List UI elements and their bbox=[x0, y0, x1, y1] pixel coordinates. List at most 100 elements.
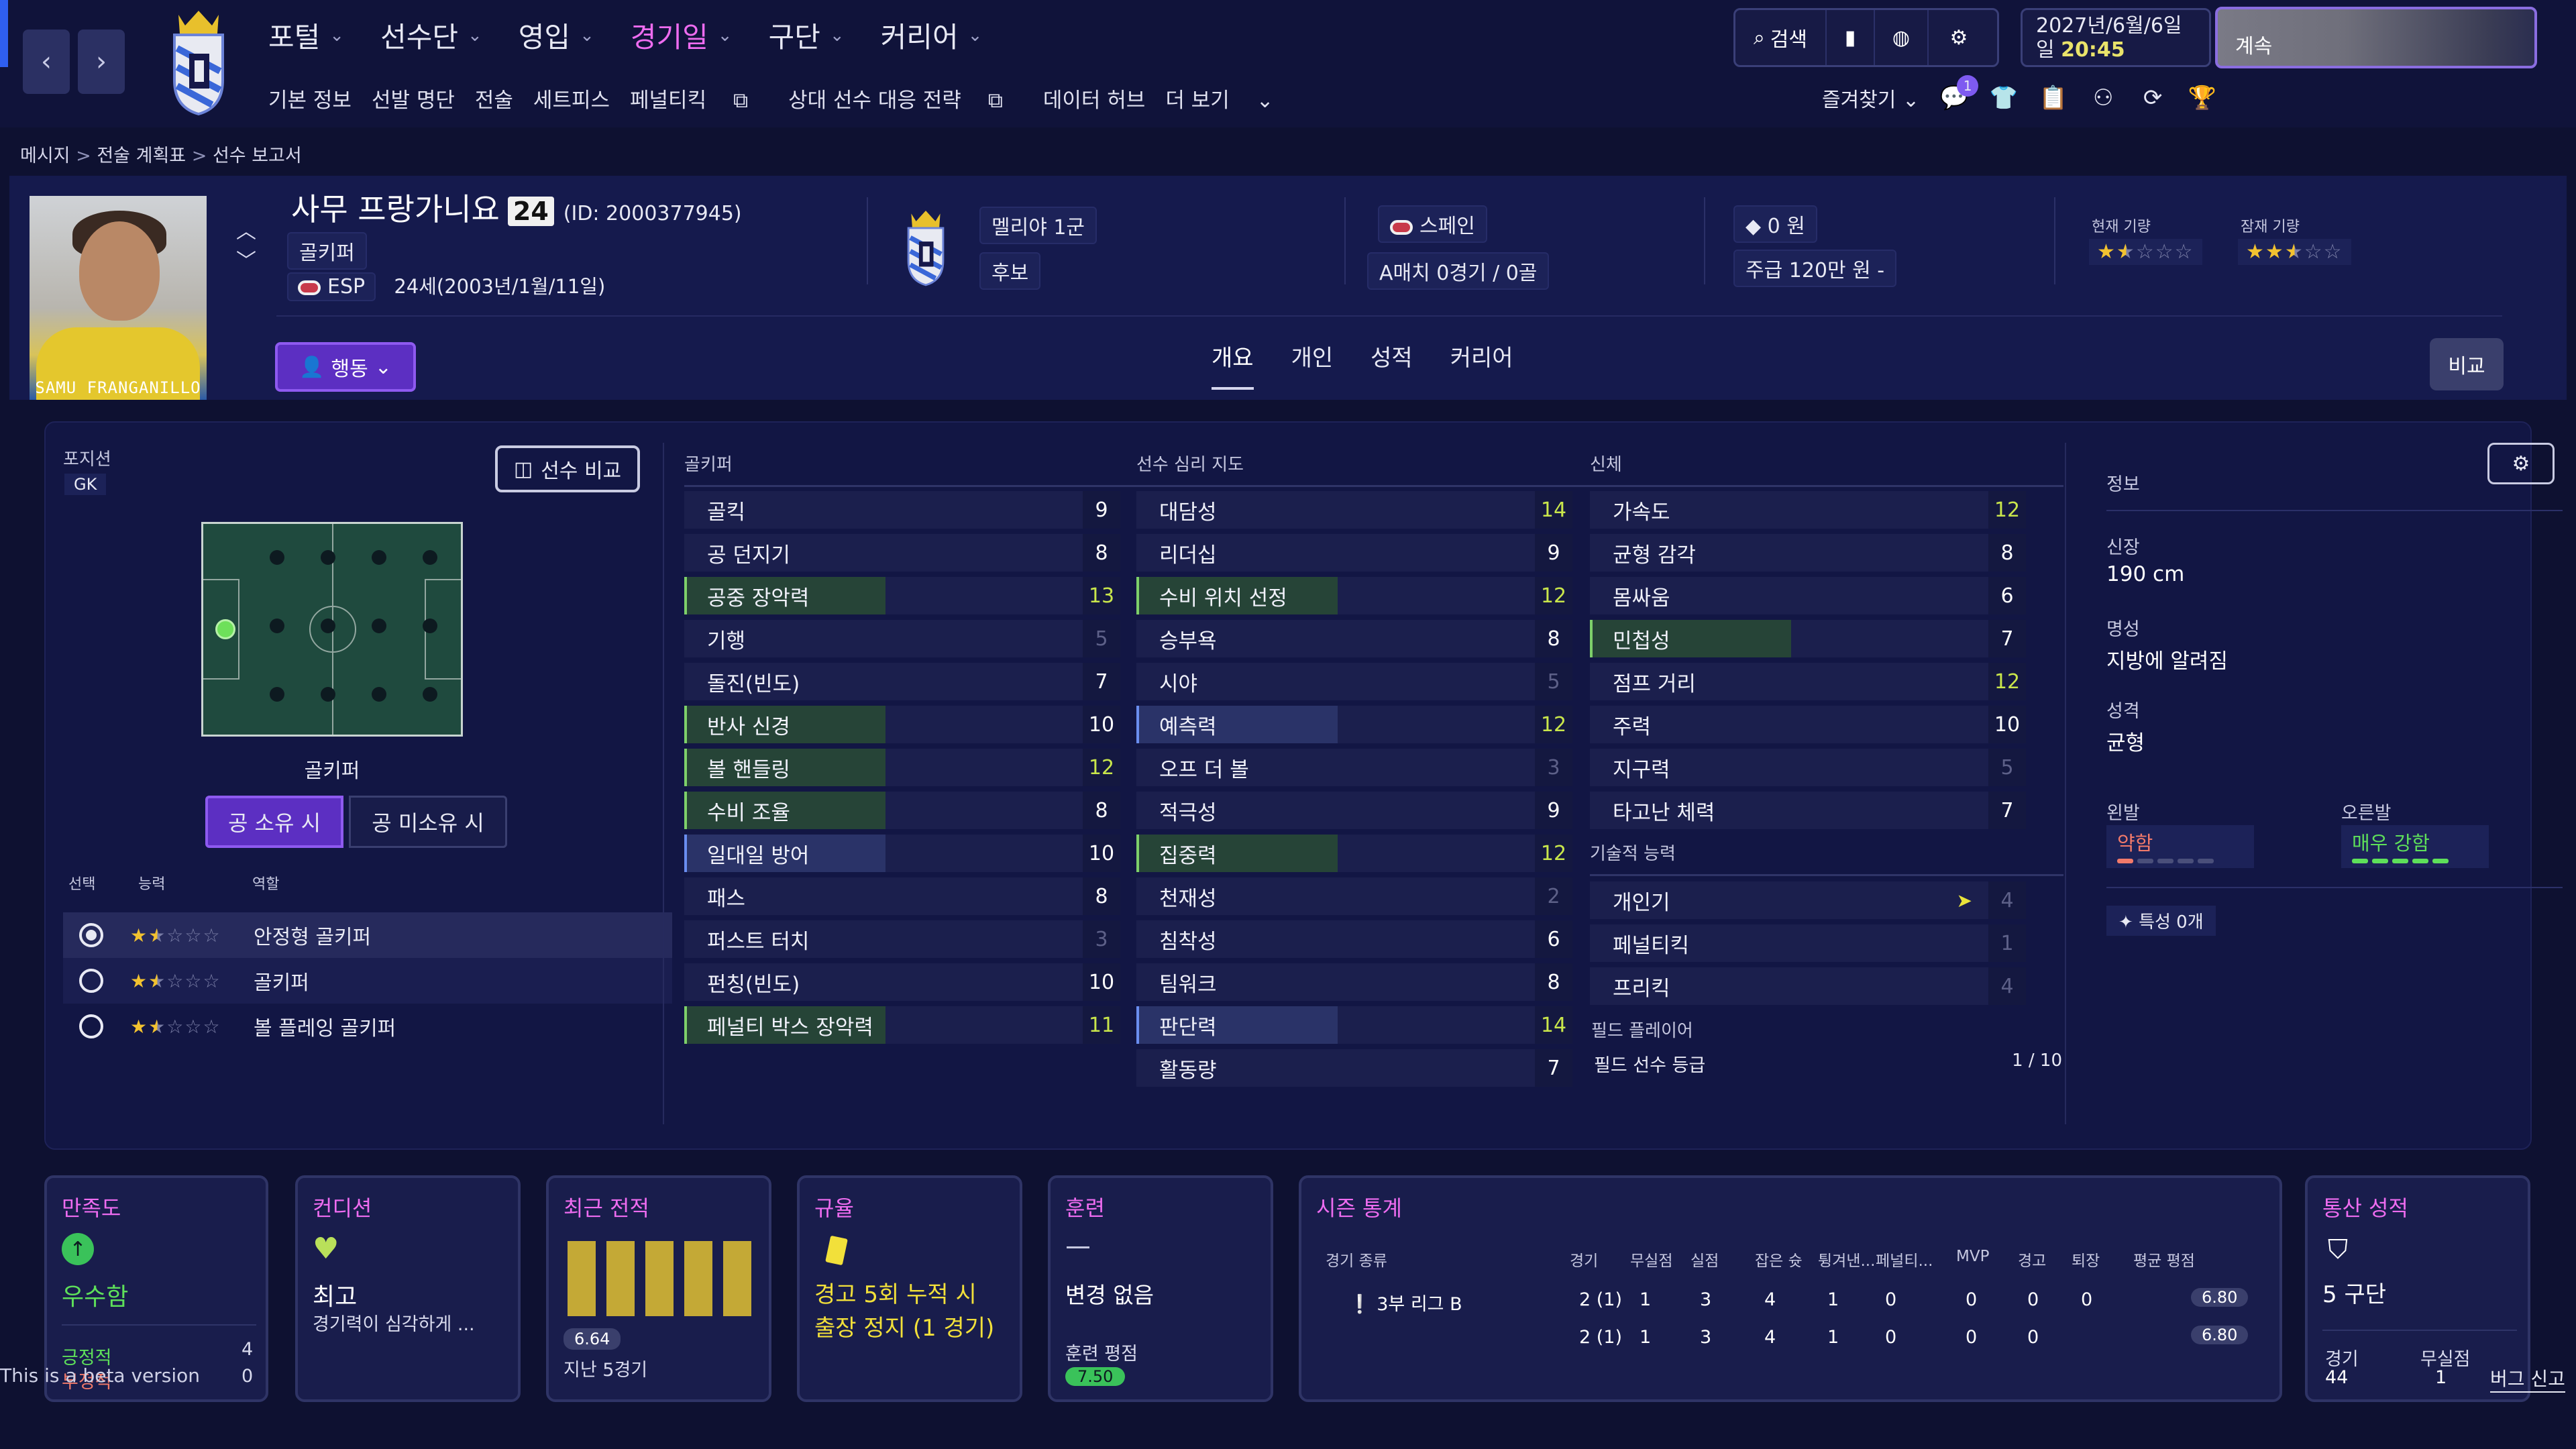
bookmark-button[interactable]: ▮ bbox=[1827, 10, 1875, 65]
chevron-down-icon[interactable]: ﹀ bbox=[236, 247, 256, 276]
attribute-row[interactable]: 기행 5 bbox=[684, 620, 1120, 657]
attribute-row[interactable]: 집중력 12 bbox=[1136, 835, 1572, 872]
menu-matchday[interactable]: 경기일 ⌄ bbox=[631, 15, 733, 56]
attribute-row[interactable]: 승부욕 8 bbox=[1136, 620, 1572, 657]
attribute-row[interactable]: 개인기 ➤ 4 bbox=[1590, 881, 2026, 919]
info-settings-button[interactable]: ⚙ bbox=[2487, 443, 2555, 484]
form-card[interactable]: 최근 전적 6.64 지난 5경기 bbox=[546, 1175, 771, 1402]
inbox-button[interactable]: 💬 1 bbox=[1939, 75, 1979, 113]
attribute-row[interactable]: 판단력 14 bbox=[1136, 1006, 1572, 1044]
attribute-row[interactable]: 반사 신경 10 bbox=[684, 706, 1120, 743]
attribute-row[interactable]: 적극성 9 bbox=[1136, 792, 1572, 829]
submenu-lineup[interactable]: 선발 명단 bbox=[372, 83, 455, 113]
attribute-row[interactable]: 패스 8 bbox=[684, 877, 1120, 915]
report-button[interactable]: 📋 bbox=[2039, 83, 2068, 113]
settings-button[interactable]: ⚙ bbox=[1929, 10, 1989, 65]
attribute-row[interactable]: 점프 거리 12 bbox=[1590, 663, 2026, 700]
discipline-card[interactable]: 규율 경고 5회 누적 시 출장 정지 (1 경기) bbox=[797, 1175, 1022, 1402]
attribute-row[interactable]: 페널티 박스 장악력 11 bbox=[684, 1006, 1120, 1044]
attribute-row[interactable]: 침착성 6 bbox=[1136, 920, 1572, 958]
attribute-row[interactable]: 활동량 7 bbox=[1136, 1049, 1572, 1087]
tab-personal[interactable]: 개인 bbox=[1291, 339, 1334, 390]
player-compare-button[interactable]: ◫ 선수 비교 bbox=[495, 445, 640, 492]
attribute-row[interactable]: 수비 조율 8 bbox=[684, 792, 1120, 829]
bug-report-link[interactable]: 버그 신고 bbox=[2490, 1364, 2565, 1393]
refresh-button[interactable]: ⟳ bbox=[2138, 83, 2167, 113]
compare-button[interactable]: 비교 bbox=[2430, 338, 2504, 390]
attribute-row[interactable]: 민첩성 7 bbox=[1590, 620, 2026, 657]
attribute-row[interactable]: 대담성 14 bbox=[1136, 491, 1572, 529]
attribute-row[interactable]: 일대일 방어 10 bbox=[684, 835, 1120, 872]
attribute-row[interactable]: 골킥 9 bbox=[684, 491, 1120, 529]
submenu-setpieces[interactable]: 세트피스 bbox=[533, 83, 610, 113]
attribute-row[interactable]: 타고난 체력 7 bbox=[1590, 792, 2026, 829]
breadcrumb-item[interactable]: 메시지 bbox=[20, 146, 70, 166]
menu-club[interactable]: 구단 ⌄ bbox=[769, 15, 845, 56]
attribute-row[interactable]: 예측력 12 bbox=[1136, 706, 1572, 743]
submenu-datahub[interactable]: 데이터 허브 bbox=[1043, 83, 1145, 113]
menu-transfers[interactable]: 영입 ⌄ bbox=[519, 15, 594, 56]
tab-career[interactable]: 커리어 bbox=[1450, 339, 1513, 390]
attribute-row[interactable]: 공 던지기 8 bbox=[684, 534, 1120, 572]
submenu-opposition[interactable]: 상대 선수 대응 전략 ⧉ bbox=[788, 83, 1023, 113]
role-radio[interactable] bbox=[79, 923, 103, 947]
season-competition[interactable]: ❕ 3부 리그 B bbox=[1348, 1289, 1462, 1316]
menu-career[interactable]: 커리어 ⌄ bbox=[881, 15, 983, 56]
attribute-row[interactable]: 지구력 5 bbox=[1590, 749, 2026, 786]
submenu-tactics[interactable]: 전술 bbox=[475, 83, 513, 113]
attribute-row[interactable]: 몸싸움 6 bbox=[1590, 577, 2026, 614]
attribute-row[interactable]: 팀워크 8 bbox=[1136, 963, 1572, 1001]
attribute-row[interactable]: 수비 위치 선정 12 bbox=[1136, 577, 1572, 614]
chevron-up-icon[interactable]: ︿ bbox=[236, 217, 256, 247]
submenu-more[interactable]: 더 보기 ⌄ bbox=[1165, 83, 1293, 113]
attribute-row[interactable]: 공중 장악력 13 bbox=[684, 577, 1120, 614]
staff-button[interactable]: ⚇ bbox=[2088, 83, 2118, 113]
condition-card[interactable]: 컨디션 ♥ 최고 경기력이 심각하게 ... bbox=[295, 1175, 521, 1402]
traits-chip[interactable]: ✦ 특성 0개 bbox=[2106, 906, 2216, 936]
nationality-chip[interactable]: 스페인 bbox=[1378, 205, 1487, 243]
club-name-chip[interactable]: 멜리야 1군 bbox=[979, 207, 1097, 244]
menu-portal[interactable]: 포털 ⌄ bbox=[268, 15, 344, 56]
forward-button[interactable]: › bbox=[78, 30, 125, 94]
favorites-dropdown[interactable]: 즐겨찾기 ⌄ bbox=[1822, 83, 1919, 113]
attribute-row[interactable]: 볼 핸들링 12 bbox=[684, 749, 1120, 786]
season-stats-card[interactable]: 시즌 통계 경기 종류 경기 무실점 실점 잡은 슛 튕겨낸... 페널티... MVP 경고 퇴… bbox=[1299, 1175, 2282, 1402]
attribute-row[interactable]: 오프 더 볼 3 bbox=[1136, 749, 1572, 786]
continue-button[interactable]: 계속 bbox=[2215, 7, 2537, 68]
world-button[interactable]: ◍ bbox=[1875, 10, 1929, 65]
in-possession-button[interactable]: 공 소유 시 bbox=[205, 796, 343, 848]
role-radio[interactable] bbox=[79, 1014, 103, 1038]
player-club-crest[interactable] bbox=[902, 207, 950, 287]
breadcrumb-item[interactable]: 전술 계획표 bbox=[97, 146, 186, 166]
action-button[interactable]: 👤 행동 ⌄ bbox=[275, 342, 416, 392]
training-card[interactable]: 훈련 변경 없음 훈련 평점 7.50 bbox=[1048, 1175, 1273, 1402]
role-row[interactable]: ★★☆☆☆ 골키퍼 bbox=[63, 958, 672, 1004]
kit-button[interactable]: 👕 bbox=[1989, 83, 2019, 113]
player-switch[interactable]: ︿ ﹀ bbox=[236, 217, 256, 276]
attribute-row[interactable]: 가속도 12 bbox=[1590, 491, 2026, 529]
role-row[interactable]: ★★☆☆☆ 안정형 골키퍼 bbox=[63, 912, 672, 958]
trophy-button[interactable]: 🏆 bbox=[2188, 83, 2217, 113]
attribute-row[interactable]: 리더십 9 bbox=[1136, 534, 1572, 572]
search-button[interactable]: ⌕ 검색 bbox=[1735, 10, 1827, 65]
attribute-row[interactable]: 균형 감각 8 bbox=[1590, 534, 2026, 572]
attribute-row[interactable]: 펀칭(빈도) 10 bbox=[684, 963, 1120, 1001]
attribute-row[interactable]: 시야 5 bbox=[1136, 663, 1572, 700]
role-row[interactable]: ★★☆☆☆ 볼 플레잉 골키퍼 bbox=[63, 1004, 672, 1049]
attribute-row[interactable]: 페널티킥 1 bbox=[1590, 924, 2026, 962]
submenu-overview[interactable]: 기본 정보 bbox=[268, 83, 352, 113]
attribute-row[interactable]: 주력 10 bbox=[1590, 706, 2026, 743]
attribute-row[interactable]: 프리킥 4 bbox=[1590, 967, 2026, 1005]
tab-stats[interactable]: 성적 bbox=[1371, 339, 1413, 390]
club-crest[interactable] bbox=[165, 7, 232, 116]
attribute-row[interactable]: 천재성 2 bbox=[1136, 877, 1572, 915]
back-button[interactable]: ‹ bbox=[23, 30, 70, 94]
submenu-penalties[interactable]: 페널티킥 ⧉ bbox=[630, 83, 768, 113]
role-radio[interactable] bbox=[79, 969, 103, 993]
date-display[interactable]: 2027년/6월/6일 일 20:45 bbox=[2021, 8, 2211, 67]
out-possession-button[interactable]: 공 미소유 시 bbox=[349, 796, 507, 848]
attribute-row[interactable]: 돌진(빈도) 7 bbox=[684, 663, 1120, 700]
tab-overview[interactable]: 개요 bbox=[1212, 339, 1254, 390]
attribute-row[interactable]: 퍼스트 터치 3 bbox=[684, 920, 1120, 958]
menu-squad[interactable]: 선수단 ⌄ bbox=[380, 15, 482, 56]
